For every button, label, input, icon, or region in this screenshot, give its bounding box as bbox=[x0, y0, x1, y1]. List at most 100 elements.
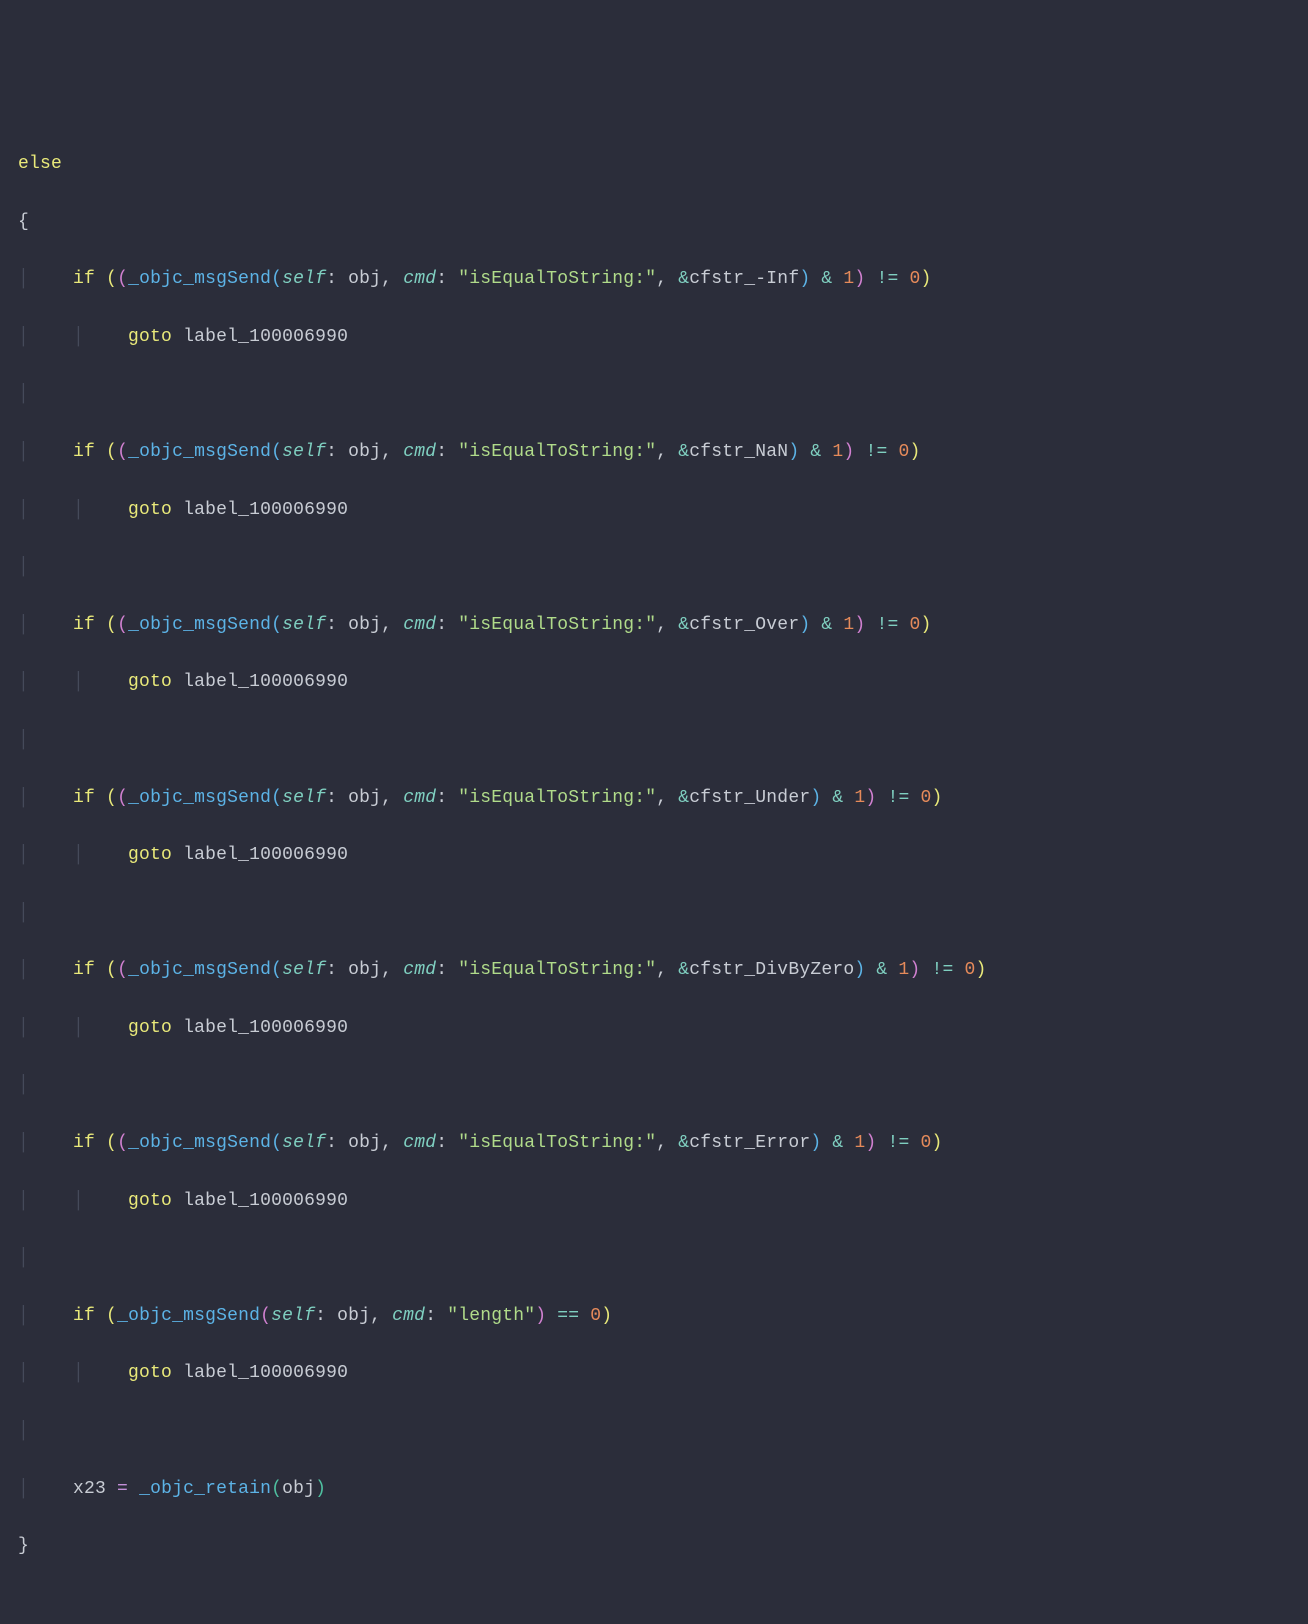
param-label: cmd bbox=[403, 615, 436, 635]
goto-label: label_100006990 bbox=[183, 1018, 348, 1038]
goto-label: label_100006990 bbox=[183, 500, 348, 520]
operator: != bbox=[876, 615, 898, 635]
keyword-if: if bbox=[73, 442, 95, 462]
function-call: _objc_msgSend bbox=[128, 615, 271, 635]
code-block[interactable]: else { if ((_objc_msgSend(self: obj, cmd… bbox=[18, 121, 1290, 1590]
goto-label: label_100006990 bbox=[183, 1363, 348, 1383]
number-literal: 1 bbox=[898, 960, 909, 980]
operator: != bbox=[865, 442, 887, 462]
param-label: cmd bbox=[403, 1133, 436, 1153]
symbol: cfstr_Over bbox=[689, 615, 799, 635]
string-literal: "length" bbox=[447, 1306, 535, 1326]
code-line: goto label_100006990 bbox=[18, 1359, 1290, 1388]
number-literal: 0 bbox=[590, 1306, 601, 1326]
operator-assign: = bbox=[117, 1479, 128, 1499]
number-literal: 1 bbox=[854, 1133, 865, 1153]
param-label: self bbox=[282, 615, 326, 635]
blank-line bbox=[18, 726, 1290, 755]
blank-line bbox=[18, 899, 1290, 928]
string-literal: "isEqualToString:" bbox=[458, 1133, 656, 1153]
operator: == bbox=[557, 1306, 579, 1326]
goto-label: label_100006990 bbox=[183, 672, 348, 692]
param-label: cmd bbox=[403, 960, 436, 980]
number-literal: 0 bbox=[909, 615, 920, 635]
code-line: if ((_objc_msgSend(self: obj, cmd: "isEq… bbox=[18, 956, 1290, 985]
symbol: cfstr_-Inf bbox=[689, 269, 799, 289]
param-label: self bbox=[282, 1133, 326, 1153]
code-line: if ((_objc_msgSend(self: obj, cmd: "isEq… bbox=[18, 265, 1290, 294]
number-literal: 1 bbox=[843, 269, 854, 289]
code-line: goto label_100006990 bbox=[18, 841, 1290, 870]
keyword-goto: goto bbox=[128, 1018, 172, 1038]
code-line: if ((_objc_msgSend(self: obj, cmd: "isEq… bbox=[18, 1129, 1290, 1158]
code-line: if ((_objc_msgSend(self: obj, cmd: "isEq… bbox=[18, 438, 1290, 467]
keyword-goto: goto bbox=[128, 1363, 172, 1383]
string-literal: "isEqualToString:" bbox=[458, 269, 656, 289]
param-label: self bbox=[282, 269, 326, 289]
keyword-goto: goto bbox=[128, 500, 172, 520]
open-brace: { bbox=[18, 212, 29, 232]
param-label: cmd bbox=[403, 269, 436, 289]
code-line: else bbox=[18, 150, 1290, 179]
number-literal: 0 bbox=[909, 269, 920, 289]
keyword-if: if bbox=[73, 1133, 95, 1153]
function-call: _objc_msgSend bbox=[128, 1133, 271, 1153]
code-line: goto label_100006990 bbox=[18, 323, 1290, 352]
function-call: _objc_msgSend bbox=[128, 269, 271, 289]
goto-label: label_100006990 bbox=[183, 845, 348, 865]
blank-line bbox=[18, 380, 1290, 409]
keyword-goto: goto bbox=[128, 845, 172, 865]
keyword-goto: goto bbox=[128, 327, 172, 347]
param-label: cmd bbox=[403, 788, 436, 808]
symbol: cfstr_NaN bbox=[689, 442, 788, 462]
param-label: cmd bbox=[392, 1306, 425, 1326]
function-call: _objc_msgSend bbox=[128, 960, 271, 980]
code-line: if ((_objc_msgSend(self: obj, cmd: "isEq… bbox=[18, 611, 1290, 640]
param-label: cmd bbox=[403, 442, 436, 462]
goto-label: label_100006990 bbox=[183, 1191, 348, 1211]
keyword-goto: goto bbox=[128, 672, 172, 692]
code-line: { bbox=[18, 208, 1290, 237]
number-literal: 0 bbox=[898, 442, 909, 462]
function-call: _objc_msgSend bbox=[128, 788, 271, 808]
close-brace: } bbox=[18, 1536, 29, 1556]
blank-line bbox=[18, 1417, 1290, 1446]
number-literal: 0 bbox=[920, 788, 931, 808]
code-line: goto label_100006990 bbox=[18, 668, 1290, 697]
operator: != bbox=[887, 788, 909, 808]
number-literal: 1 bbox=[832, 442, 843, 462]
code-line: if (_objc_msgSend(self: obj, cmd: "lengt… bbox=[18, 1302, 1290, 1331]
blank-line bbox=[18, 1071, 1290, 1100]
string-literal: "isEqualToString:" bbox=[458, 615, 656, 635]
keyword-if: if bbox=[73, 1306, 95, 1326]
blank-line bbox=[18, 1244, 1290, 1273]
symbol: cfstr_DivByZero bbox=[689, 960, 854, 980]
string-literal: "isEqualToString:" bbox=[458, 442, 656, 462]
blank-line bbox=[18, 553, 1290, 582]
keyword-else: else bbox=[18, 154, 62, 174]
param-label: self bbox=[282, 788, 326, 808]
operator: != bbox=[887, 1133, 909, 1153]
code-line: x23 = _objc_retain(obj) bbox=[18, 1475, 1290, 1504]
code-line: goto label_100006990 bbox=[18, 496, 1290, 525]
keyword-if: if bbox=[73, 960, 95, 980]
function-call: _objc_retain bbox=[139, 1479, 271, 1499]
keyword-goto: goto bbox=[128, 1191, 172, 1211]
keyword-if: if bbox=[73, 615, 95, 635]
number-literal: 1 bbox=[854, 788, 865, 808]
param-label: self bbox=[282, 442, 326, 462]
param-label: self bbox=[271, 1306, 315, 1326]
number-literal: 0 bbox=[964, 960, 975, 980]
goto-label: label_100006990 bbox=[183, 327, 348, 347]
code-line: goto label_100006990 bbox=[18, 1014, 1290, 1043]
keyword-if: if bbox=[73, 269, 95, 289]
symbol: cfstr_Under bbox=[689, 788, 810, 808]
string-literal: "isEqualToString:" bbox=[458, 788, 656, 808]
variable: x23 bbox=[73, 1479, 106, 1499]
function-call: _objc_msgSend bbox=[117, 1306, 260, 1326]
param-label: self bbox=[282, 960, 326, 980]
symbol: cfstr_Error bbox=[689, 1133, 810, 1153]
number-literal: 1 bbox=[843, 615, 854, 635]
keyword-if: if bbox=[73, 788, 95, 808]
operator: != bbox=[876, 269, 898, 289]
